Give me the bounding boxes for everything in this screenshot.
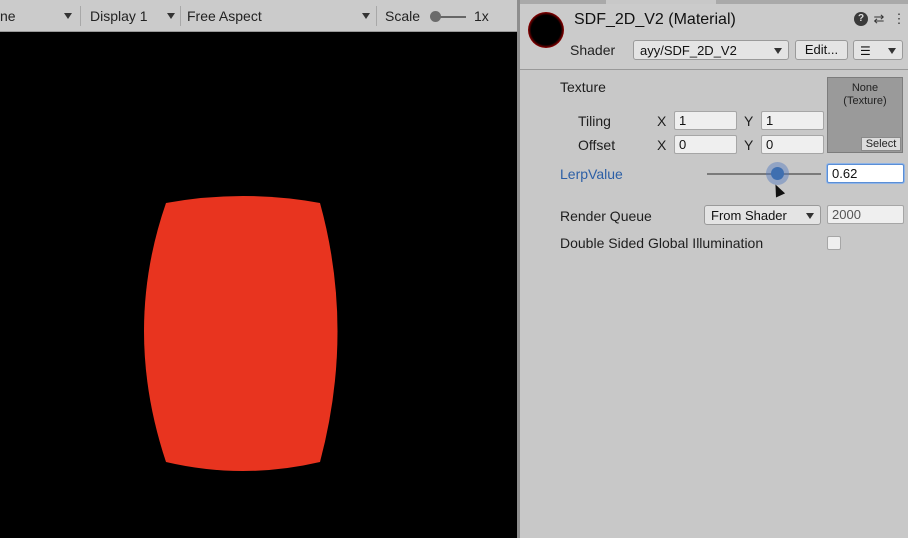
chevron-down-icon[interactable] [167, 13, 175, 19]
render-queue-mode: From Shader [711, 208, 787, 223]
scale-label: Scale [385, 8, 421, 24]
display-dropdown[interactable]: Display 1 [90, 0, 148, 31]
material-header: SDF_2D_V2 (Material) ? ⇄ ⋮ Shader ayy/SD… [520, 0, 908, 70]
render-queue-field[interactable]: 2000 [827, 205, 904, 224]
texture-type-text: (Texture) [843, 95, 887, 107]
chevron-down-icon [888, 48, 896, 54]
shader-options-dropdown[interactable]: ☰ [853, 40, 903, 60]
scale-slider-handle[interactable] [430, 11, 441, 22]
offset-x-label[interactable]: X [657, 137, 666, 153]
tiling-label: Tiling [578, 113, 611, 129]
game-view: ne Display 1 Free Aspect Scale 1x [0, 0, 517, 538]
toolbar-divider [376, 6, 377, 26]
help-icon[interactable]: ? [854, 12, 868, 26]
offset-y-field[interactable]: 0 [761, 135, 824, 154]
double-sided-gi-checkbox[interactable] [827, 236, 841, 250]
rendered-sdf-shape [144, 196, 338, 471]
texture-label: Texture [560, 79, 606, 95]
view-dropdown-label[interactable]: ne [0, 0, 16, 31]
more-options-icon[interactable]: ⋮ [892, 12, 906, 26]
offset-label: Offset [578, 137, 616, 153]
edit-shader-button[interactable]: Edit... [795, 40, 848, 60]
render-queue-dropdown[interactable]: From Shader [704, 205, 821, 225]
lerp-slider-track[interactable] [707, 173, 821, 175]
chevron-down-icon [806, 213, 814, 219]
chevron-down-icon[interactable] [362, 13, 370, 19]
preset-icon[interactable]: ⇄ [872, 12, 886, 26]
shader-value: ayy/SDF_2D_V2 [640, 43, 737, 58]
scale-value: 1x [474, 8, 489, 24]
texture-select-button[interactable]: Select [861, 137, 901, 151]
inspector-panel: SDF_2D_V2 (Material) ? ⇄ ⋮ Shader ayy/SD… [520, 0, 908, 538]
chevron-down-icon [774, 48, 782, 54]
lerp-value-field[interactable]: 0.62 [827, 164, 904, 183]
material-preview-icon [528, 12, 564, 48]
toolbar-divider [80, 6, 81, 26]
offset-y-label[interactable]: Y [744, 137, 753, 153]
chevron-down-icon[interactable] [64, 13, 72, 19]
game-viewport[interactable] [0, 32, 517, 538]
double-sided-gi-label: Double Sided Global Illumination [560, 235, 764, 251]
mouse-cursor-icon [771, 182, 786, 198]
lerp-value-label[interactable]: LerpValue [560, 166, 623, 182]
tiling-y-label[interactable]: Y [744, 113, 753, 129]
toolbar-divider [180, 6, 181, 26]
texture-none-text: None [851, 82, 879, 94]
offset-x-field[interactable]: 0 [674, 135, 737, 154]
texture-slot-text: None (Texture) [828, 82, 902, 108]
tiling-y-field[interactable]: 1 [761, 111, 824, 130]
tab-strip[interactable] [520, 0, 908, 4]
render-queue-label: Render Queue [560, 208, 652, 224]
aspect-dropdown[interactable]: Free Aspect [187, 0, 262, 31]
shader-dropdown[interactable]: ayy/SDF_2D_V2 [633, 40, 789, 60]
texture-slot[interactable]: None (Texture) Select [827, 77, 903, 153]
lerp-slider-handle[interactable] [771, 167, 785, 180]
game-toolbar: ne Display 1 Free Aspect Scale 1x [0, 0, 517, 32]
tiling-x-field[interactable]: 1 [674, 111, 737, 130]
material-title: SDF_2D_V2 (Material) [574, 11, 736, 28]
tab-inspector[interactable] [606, 0, 716, 4]
list-icon: ☰ [860, 44, 871, 58]
tiling-x-label[interactable]: X [657, 113, 666, 129]
red-barrel-shape [144, 196, 338, 471]
shader-label: Shader [570, 42, 616, 58]
